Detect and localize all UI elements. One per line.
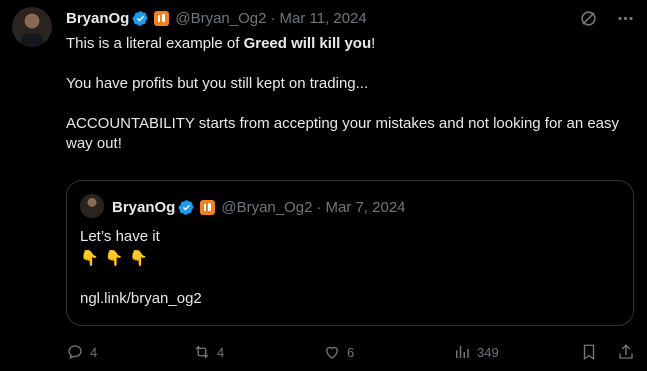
quote-text: Let’s have it [80, 228, 160, 245]
org-badge-icon [200, 199, 216, 215]
tweet-line-2: You have profits but you still kept on t… [66, 75, 369, 92]
bookmark-button[interactable] [580, 343, 598, 361]
quote-author-handle[interactable]: @Bryan_Og2 [221, 199, 312, 216]
share-icon [619, 344, 633, 359]
top-actions [579, 9, 635, 28]
retweet-count: 4 [217, 344, 225, 360]
quote-header-separator: · [316, 198, 322, 216]
quote-emojis: 👇 👇 👇 [80, 249, 202, 269]
reply-icon [68, 345, 82, 360]
tweet-line-3: ACCOUNTABILITY starts from accepting you… [66, 115, 620, 152]
pointing-down-emoji: 👇 [80, 250, 99, 267]
tweet-line-1: This is a literal example of Greed will … [66, 34, 626, 54]
header-separator: · [270, 9, 276, 27]
tweet-header: BryanOg @Bryan_Og2 · Mar 11, 2024 [66, 8, 367, 28]
quote-body: Let’s have it 👇 👇 👇 ngl.link/bryan_og2 [80, 227, 202, 309]
reply-count: 4 [90, 344, 98, 360]
org-badge-icon [154, 10, 170, 26]
tweet-line-1-post: ! [371, 35, 376, 52]
pointing-down-emoji: 👇 [104, 250, 124, 267]
views-button[interactable]: 349 [453, 343, 499, 361]
more-icon[interactable] [616, 9, 635, 28]
pointing-down-emoji: 👇 [129, 250, 149, 267]
retweet-button[interactable]: 4 [193, 343, 224, 361]
share-button[interactable] [617, 343, 635, 361]
retweet-icon [195, 345, 209, 359]
quote-date[interactable]: Mar 7, 2024 [325, 199, 405, 216]
verified-badge-icon [178, 199, 195, 215]
verified-badge-icon [132, 10, 149, 26]
tweet-text: This is a literal example of Greed will … [66, 34, 626, 154]
quote-avatar[interactable] [80, 194, 104, 218]
action-bar: 4 4 6 349 [66, 342, 635, 362]
views-icon [456, 346, 469, 358]
author-handle[interactable]: @Bryan_Og2 [175, 10, 266, 27]
quote-author-name[interactable]: BryanOg [112, 199, 175, 216]
quoted-tweet[interactable]: BryanOg @Bryan_Og2 · Mar 7, 2024 Let’s h… [66, 180, 634, 326]
tweet-line-1-pre: This is a literal example of [66, 35, 244, 52]
quote-header: BryanOg @Bryan_Og2 · Mar 7, 2024 [112, 197, 406, 217]
avatar[interactable] [12, 7, 52, 47]
tweet-date[interactable]: Mar 11, 2024 [279, 10, 366, 27]
like-button[interactable]: 6 [323, 343, 354, 361]
bookmark-icon [583, 344, 595, 361]
tweet-line-1-bold: Greed will kill you [243, 35, 372, 52]
views-count: 349 [477, 344, 499, 360]
like-count: 6 [347, 344, 355, 360]
quote-link[interactable]: ngl.link/bryan_og2 [80, 289, 202, 309]
reply-button[interactable]: 4 [66, 343, 97, 361]
author-name[interactable]: BryanOg [66, 10, 129, 27]
grok-icon[interactable] [579, 9, 598, 28]
heart-icon [326, 346, 338, 359]
